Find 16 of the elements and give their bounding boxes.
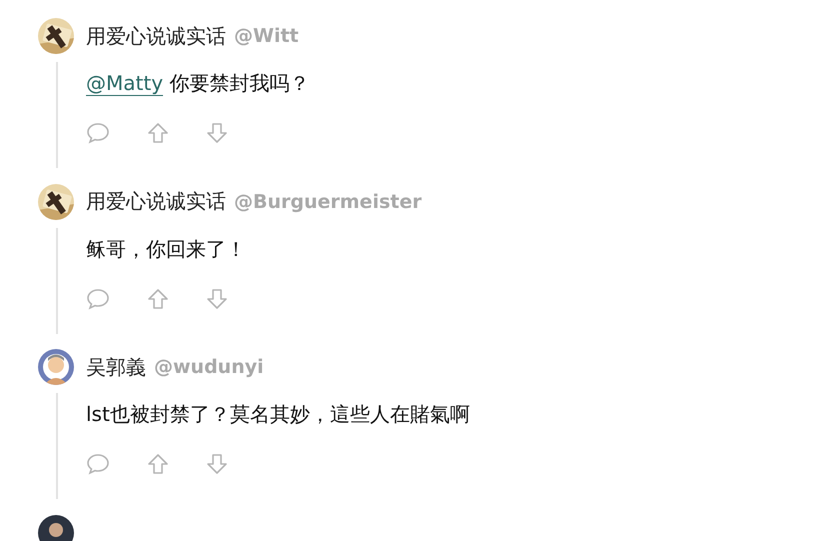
- upvote-icon[interactable]: [147, 122, 169, 144]
- comment-text: 稣哥，你回来了！: [86, 236, 246, 260]
- comment-icon[interactable]: [86, 453, 110, 475]
- downvote-icon[interactable]: [206, 453, 228, 475]
- downvote-icon[interactable]: [206, 288, 228, 310]
- author-name[interactable]: 用爱心说诚实话: [86, 22, 226, 50]
- author-name[interactable]: 用爱心说诚实话: [86, 188, 226, 215]
- comment-text: 你要禁封我吗？: [169, 71, 310, 95]
- downvote-icon[interactable]: [206, 122, 228, 144]
- comment-text: lst也被封禁了？莫名其妙，這些人在賭氣啊: [86, 402, 470, 426]
- comment-icon[interactable]: [86, 288, 110, 310]
- upvote-icon[interactable]: [147, 288, 169, 310]
- comment-icon[interactable]: [86, 122, 110, 144]
- upvote-icon[interactable]: [147, 453, 169, 475]
- mention-link[interactable]: @Matty: [86, 71, 164, 96]
- author-name[interactable]: 吴郭義: [86, 354, 146, 380]
